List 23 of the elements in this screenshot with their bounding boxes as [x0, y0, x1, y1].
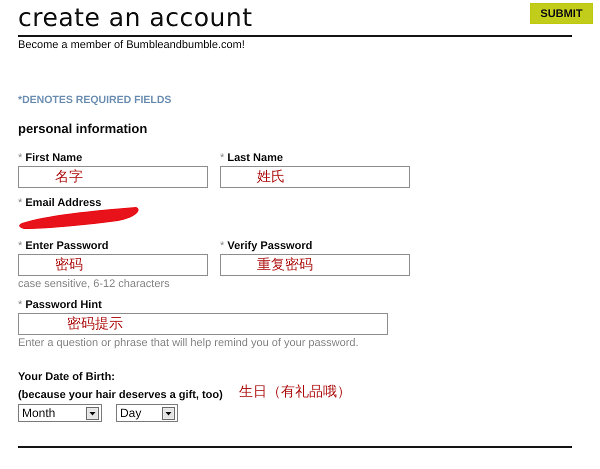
input-field[interactable]: 名字 [18, 166, 208, 188]
section-title: personal information [18, 121, 148, 136]
submit-button[interactable]: SUBMIT [530, 3, 593, 24]
help-text: Enter a question or phrase that will help remind you of your password. [18, 337, 360, 349]
field-label: * Email Address [18, 197, 102, 210]
dropdown[interactable]: Month [18, 404, 102, 422]
help-text: case sensitive, 6-12 characters [18, 278, 171, 290]
birth-label: Your Date of Birth: [18, 371, 116, 383]
subtitle: Become a member of Bumbleandbumble.com! [18, 39, 246, 51]
field-label: * Password Hint [18, 299, 103, 312]
field-label: * Enter Password [18, 240, 110, 253]
input-field[interactable]: 密码 [18, 254, 208, 276]
required-note: *DENOTES REQUIRED FIELDS [18, 94, 172, 106]
field-label: * Verify Password [220, 240, 314, 253]
input-field[interactable]: 重复密码 [220, 254, 410, 276]
input-field[interactable]: 密码提示 [18, 313, 388, 335]
field-label: * Last Name [220, 152, 284, 165]
dropdown[interactable]: Day [116, 404, 178, 422]
field-label: * First Name [18, 152, 84, 165]
annotation: 生日（有礼品哦） [238, 383, 351, 401]
birth-note: (because your hair deserves a gift, too) [18, 389, 223, 401]
input-field[interactable]: 姓氏 [220, 166, 410, 188]
page-title: create an account [18, 3, 253, 33]
